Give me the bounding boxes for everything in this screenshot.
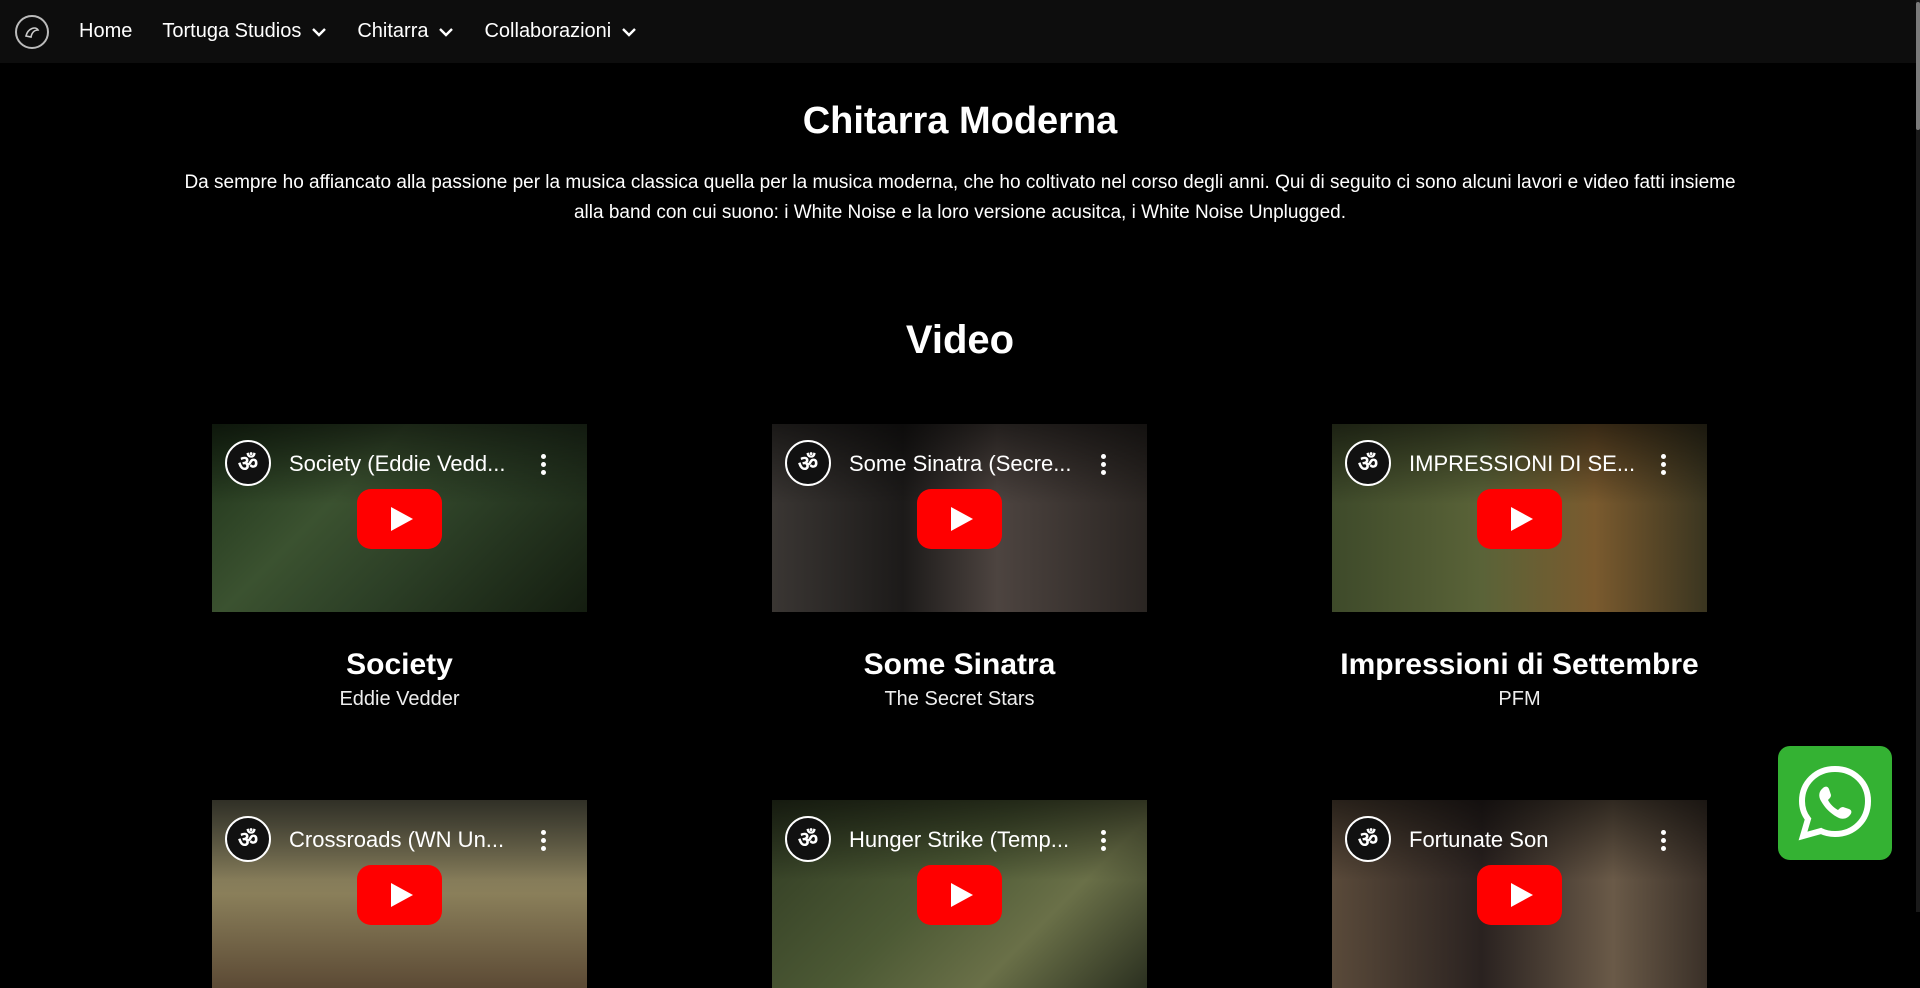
nav-item-chitarra[interactable]: Chitarra [357, 20, 454, 43]
nav-item-label: Tortuga Studios [162, 20, 302, 42]
chevron-down-icon [311, 27, 327, 37]
more-vertical-icon[interactable] [541, 454, 547, 476]
song-artist: The Secret Stars [884, 688, 1035, 710]
video-card: ॐ IMPRESSIONI DI SE... Impressioni di Se… [1332, 424, 1707, 711]
video-embed[interactable]: ॐ Crossroads (WN Un... [212, 800, 587, 988]
channel-avatar[interactable]: ॐ [225, 816, 271, 862]
video-card: ॐ Hunger Strike (Temp... [772, 800, 1147, 988]
video-card: ॐ Fortunate Son [1332, 800, 1707, 988]
more-vertical-icon[interactable] [541, 830, 547, 852]
video-card: ॐ Society (Eddie Vedd... Society Eddie V… [212, 424, 587, 711]
channel-avatar[interactable]: ॐ [1345, 816, 1391, 862]
more-vertical-icon[interactable] [1661, 454, 1667, 476]
chevron-down-icon [438, 27, 454, 37]
song-artist: PFM [1498, 688, 1541, 710]
video-embed[interactable]: ॐ IMPRESSIONI DI SE... [1332, 424, 1707, 612]
whatsapp-icon [1798, 765, 1872, 841]
more-vertical-icon[interactable] [1101, 454, 1107, 476]
whatsapp-button[interactable] [1778, 746, 1892, 860]
song-artist: Eddie Vedder [339, 688, 460, 710]
nav-item-label: Chitarra [357, 20, 429, 42]
more-vertical-icon[interactable] [1661, 830, 1667, 852]
video-title[interactable]: Crossroads (WN Un... [289, 827, 529, 853]
play-icon[interactable] [357, 865, 442, 925]
video-embed[interactable]: ॐ Some Sinatra (Secre... [772, 424, 1147, 612]
intro-text: Da sempre ho affiancato alla passione pe… [184, 172, 1736, 223]
video-title[interactable]: Hunger Strike (Temp... [849, 827, 1089, 853]
play-icon[interactable] [917, 865, 1002, 925]
section-title: Video [905, 318, 1015, 362]
play-icon[interactable] [917, 489, 1002, 549]
channel-avatar[interactable]: ॐ [785, 440, 831, 486]
video-embed[interactable]: ॐ Hunger Strike (Temp... [772, 800, 1147, 988]
more-vertical-icon[interactable] [1101, 830, 1107, 852]
nav-item-collaborazioni[interactable]: Collaborazioni [484, 20, 637, 43]
video-title[interactable]: Some Sinatra (Secre... [849, 451, 1089, 477]
navbar: Home Tortuga Studios Chitarra Collaboraz… [0, 0, 1916, 63]
channel-avatar[interactable]: ॐ [785, 816, 831, 862]
video-card: ॐ Some Sinatra (Secre... Some Sinatra Th… [772, 424, 1147, 711]
nav-item-label: Collaborazioni [484, 20, 612, 42]
channel-avatar[interactable]: ॐ [225, 440, 271, 486]
nav-item-label: Home [79, 20, 133, 42]
song-title: Impressioni di Settembre [1340, 648, 1699, 681]
page-title: Chitarra Moderna [802, 100, 1118, 142]
song-title: Some Sinatra [863, 648, 1056, 681]
nav-item-tortuga-studios[interactable]: Tortuga Studios [162, 20, 327, 43]
video-embed[interactable]: ॐ Fortunate Son [1332, 800, 1707, 988]
site-logo-icon[interactable] [15, 14, 49, 49]
video-title[interactable]: IMPRESSIONI DI SE... [1409, 451, 1649, 477]
play-icon[interactable] [1477, 865, 1562, 925]
nav-item-home[interactable]: Home [79, 20, 132, 43]
chevron-down-icon [621, 27, 637, 37]
channel-avatar[interactable]: ॐ [1345, 440, 1391, 486]
video-embed[interactable]: ॐ Society (Eddie Vedd... [212, 424, 587, 612]
play-icon[interactable] [357, 489, 442, 549]
play-icon[interactable] [1477, 489, 1562, 549]
song-title: Society [346, 648, 453, 681]
video-card: ॐ Crossroads (WN Un... [212, 800, 587, 988]
video-title[interactable]: Fortunate Son [1409, 827, 1649, 853]
video-title[interactable]: Society (Eddie Vedd... [289, 451, 529, 477]
